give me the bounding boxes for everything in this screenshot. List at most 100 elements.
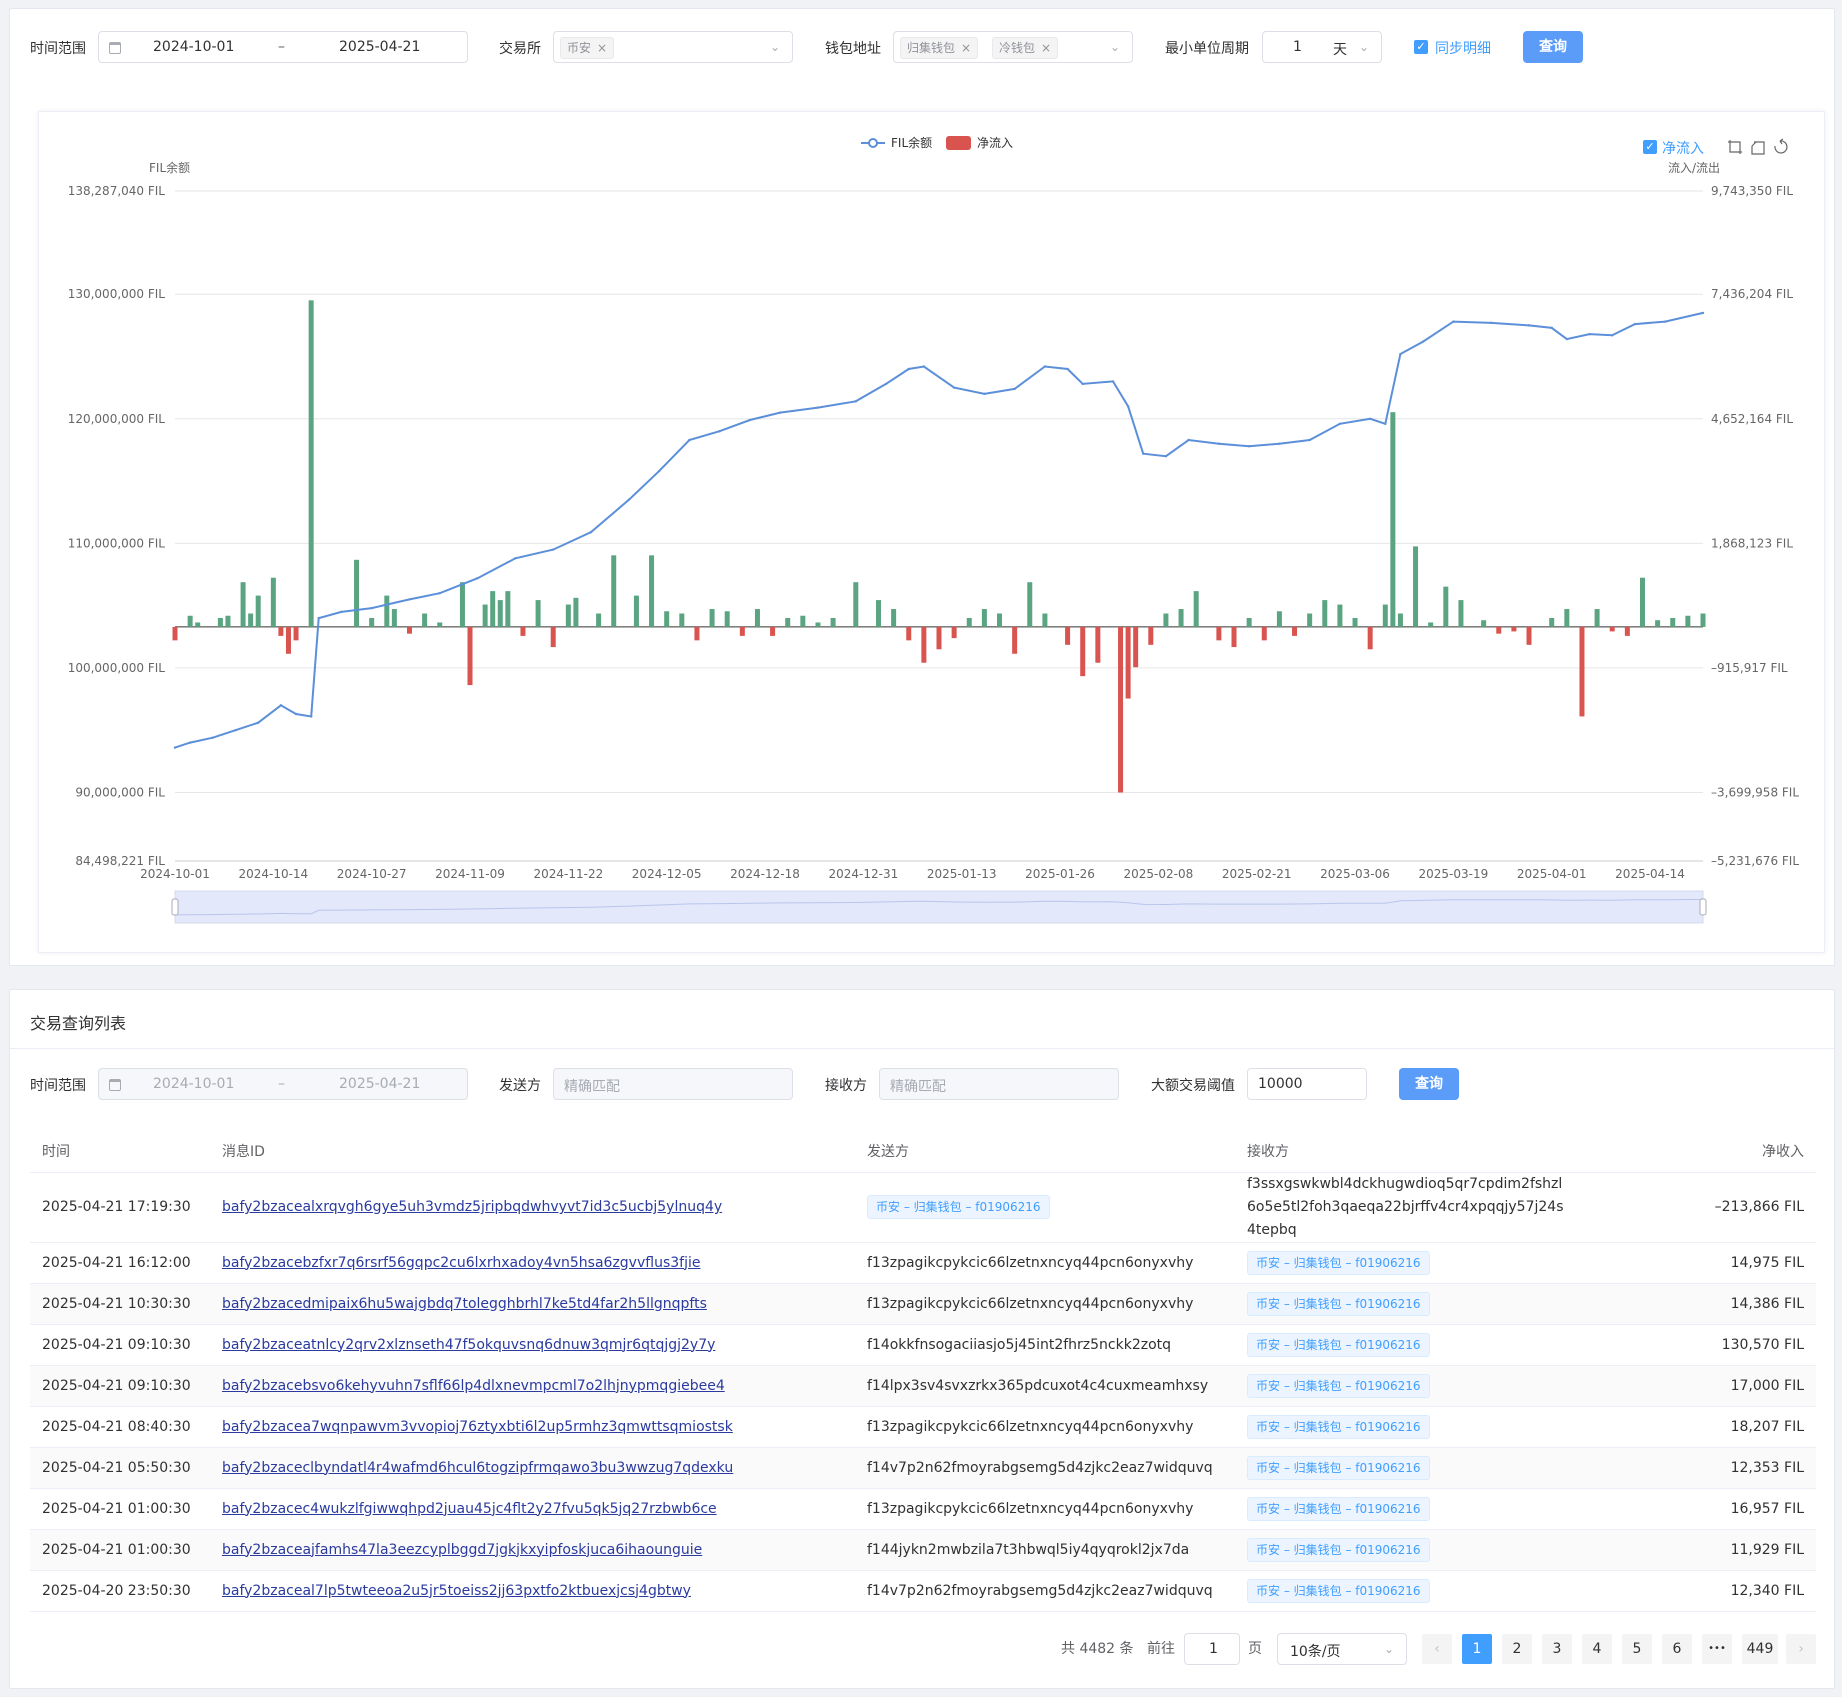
balance-point — [1187, 438, 1190, 442]
exchange-select[interactable]: 币安 × ⌄ — [553, 31, 793, 63]
pagination-goto-value[interactable]: 1 — [1209, 1641, 1218, 1657]
sync-checkbox[interactable]: ✓ — [1414, 40, 1428, 54]
page-2[interactable]: 2 — [1502, 1634, 1532, 1664]
tag-close-icon[interactable]: × — [597, 41, 607, 55]
message-id-link[interactable]: bafy2bzaceal7lp5twteeoa2u5jr5toeiss2jj63… — [222, 1583, 691, 1599]
message-id-link[interactable]: bafy2bzacebsvo6kehyvuhn7sflf66lp4dlxnevm… — [222, 1378, 725, 1394]
cell-message-id: bafy2bzacebsvo6kehyvuhn7sflf66lp4dlxnevm… — [210, 1365, 855, 1407]
period-value[interactable]: 1 — [1293, 39, 1302, 55]
netflow-bar — [195, 622, 201, 627]
balance-point — [279, 704, 283, 707]
list-date-end[interactable]: 2025-04-21 — [339, 1076, 420, 1092]
page-5[interactable]: 5 — [1622, 1634, 1652, 1664]
col-receiver[interactable]: 接收方 — [1235, 1130, 1655, 1173]
col-sender[interactable]: 发送方 — [855, 1130, 1235, 1173]
date-start[interactable]: 2024-10-01 — [153, 39, 234, 55]
page-3[interactable]: 3 — [1542, 1634, 1572, 1664]
netflow-bar — [891, 609, 897, 627]
netflow-bar — [1511, 626, 1517, 632]
table-row[interactable]: 2025-04-21 01:00:30 bafy2bzaceajfamhs47la… — [30, 1529, 1816, 1571]
table-row[interactable]: 2025-04-21 01:00:30 bafy2bzacec4wukzlfgiw… — [30, 1488, 1816, 1530]
netflow-bar — [815, 622, 821, 627]
netflow-bar — [664, 611, 670, 627]
table-body: 2025-04-21 17:19:30 bafy2bzacealxrqvgh6gy… — [30, 1172, 1816, 1612]
table-row[interactable]: 2025-04-21 09:10:30 bafy2bzacebsvo6kehyvu… — [30, 1365, 1816, 1407]
receiver-input[interactable]: 精确匹配 — [879, 1068, 1119, 1100]
message-id-link[interactable]: bafy2bzaceajfamhs47la3eezcyplbggd7jgkjkx… — [222, 1542, 702, 1558]
query-button[interactable]: 查询 — [1523, 31, 1583, 63]
period-select[interactable]: 1 天 ⌄ — [1262, 31, 1382, 63]
calendar-icon — [109, 42, 121, 54]
list-query-button[interactable]: 查询 — [1399, 1068, 1459, 1100]
list-date-range-picker[interactable]: 2024-10-01 – 2025-04-21 — [98, 1068, 468, 1100]
sender-input[interactable]: 精确匹配 — [553, 1068, 793, 1100]
table-row[interactable]: 2025-04-21 16:12:00 bafy2bzacebzfxr7q6rsr… — [30, 1242, 1816, 1284]
netflow-bar — [293, 626, 299, 641]
sync-label[interactable]: 同步明细 — [1435, 38, 1491, 58]
netflow-bar — [1322, 600, 1328, 627]
cell-net-income: 14,975 FIL — [1655, 1242, 1816, 1284]
date-range-picker[interactable]: 2024-10-01 – 2025-04-21 — [98, 31, 468, 63]
netflow-bar — [225, 615, 231, 627]
exchange-tag[interactable]: 币安 × — [560, 37, 615, 59]
table-row[interactable]: 2025-04-21 09:10:30 bafy2bzaceatnlcy2qrv2… — [30, 1324, 1816, 1366]
col-net-income[interactable]: 净收入 — [1655, 1130, 1816, 1173]
page-size-value[interactable]: 10条/页 — [1290, 1641, 1341, 1661]
page-ellipsis[interactable]: ••• — [1702, 1634, 1732, 1664]
table-row[interactable]: 2025-04-21 05:50:30 bafy2bzaceclbyndatl4r… — [30, 1447, 1816, 1489]
netflow-bar — [1594, 609, 1600, 627]
page-6[interactable]: 6 — [1662, 1634, 1692, 1664]
table-row[interactable]: 2025-04-21 17:19:30 bafy2bzacealxrqvgh6gy… — [30, 1172, 1816, 1243]
period-unit[interactable]: 天 — [1333, 39, 1347, 59]
netflow-bar — [535, 600, 541, 627]
page-size-select[interactable]: 10条/页 ⌄ — [1277, 1633, 1407, 1665]
list-date-start[interactable]: 2024-10-01 — [153, 1076, 234, 1092]
message-id-link[interactable]: bafy2bzaceatnlcy2qrv2xlznseth47f5okquvsn… — [222, 1337, 715, 1353]
message-id-link[interactable]: bafy2bzaceclbyndatl4r4wafmd6hcul6togzipf… — [222, 1460, 733, 1476]
receiver-label: 接收方 — [825, 1078, 867, 1094]
netflow-bar — [800, 615, 806, 627]
wallet-tag-cold[interactable]: 冷钱包 × — [992, 37, 1059, 59]
table-row[interactable]: 2025-04-20 23:50:30 bafy2bzaceal7lp5twtee… — [30, 1570, 1816, 1612]
col-message-id[interactable]: 消息ID — [210, 1130, 855, 1173]
message-id-link[interactable]: bafy2bzacea7wqnpawvm3vvopioj76ztyxbti6l2… — [222, 1419, 733, 1435]
date-end[interactable]: 2025-04-21 — [339, 39, 420, 55]
page-4[interactable]: 4 — [1582, 1634, 1612, 1664]
table-row[interactable]: 2025-04-21 08:40:30 bafy2bzacea7wqnpawvm3… — [30, 1406, 1816, 1448]
x-tick-label: 2024-11-22 — [533, 867, 603, 881]
cell-net-income: 17,000 FIL — [1655, 1365, 1816, 1407]
wallet-select[interactable]: 归集钱包 × 冷钱包 × ⌄ — [893, 31, 1133, 63]
cell-receiver: 币安 – 归集钱包 – f01906216 — [1235, 1283, 1655, 1325]
y-right-tick-label: 4,652,164 FIL — [1711, 412, 1793, 426]
balance-point — [1701, 311, 1705, 315]
table-row[interactable]: 2025-04-21 10:30:30 bafy2bzacedmipaix6hu5… — [30, 1283, 1816, 1325]
data-zoom-slider[interactable] — [171, 890, 1707, 924]
balance-point — [1247, 444, 1251, 448]
y-left-tick-label: 120,000,000 FIL — [68, 412, 166, 426]
cell-receiver: 币安 – 归集钱包 – f01906216 — [1235, 1324, 1655, 1366]
next-page-button[interactable]: › — [1786, 1634, 1816, 1664]
message-id-link[interactable]: bafy2bzacedmipaix6hu5wajgbdq7tolegghbrhl… — [222, 1296, 707, 1312]
legend[interactable]: FIL余额 净流入 — [861, 135, 1013, 150]
page-last[interactable]: 449 — [1742, 1634, 1778, 1664]
cell-receiver: 币安 – 归集钱包 – f01906216 — [1235, 1242, 1655, 1284]
tag-close-icon[interactable]: × — [1041, 41, 1051, 55]
message-id-link[interactable]: bafy2bzacec4wukzlfgiwwqhpd2juau45jc4flt2… — [222, 1501, 717, 1517]
message-id-link[interactable]: bafy2bzacebzfxr7q6rsrf56gqpc2cu6lxrhxado… — [222, 1255, 700, 1271]
netflow-bar — [1125, 626, 1131, 699]
wallet-label-tag: 币安 – 归集钱包 – f01906216 — [1247, 1496, 1430, 1521]
wallet-label: 钱包地址 — [825, 41, 881, 57]
message-id-link[interactable]: bafy2bzacealxrqvgh6gye5uh3vmdz5jripbqdwh… — [222, 1199, 722, 1215]
cell-time: 2025-04-21 09:10:30 — [30, 1324, 210, 1366]
threshold-input[interactable]: 10000 — [1247, 1068, 1367, 1100]
tag-close-icon[interactable]: × — [961, 41, 971, 55]
balance-netflow-chart[interactable]: 138,287,040 FIL 130,000,000 FIL 120,000,00… — [39, 112, 1826, 954]
threshold-value[interactable]: 10000 — [1258, 1076, 1303, 1092]
prev-page-button[interactable]: ‹ — [1422, 1634, 1452, 1664]
chevron-down-icon: ⌄ — [1358, 40, 1369, 54]
col-time[interactable]: 时间 — [30, 1130, 210, 1173]
y-left-tick-label: 130,000,000 FIL — [68, 287, 166, 301]
pagination-goto-input[interactable]: 1 — [1184, 1633, 1240, 1665]
wallet-tag-collect[interactable]: 归集钱包 × — [900, 37, 979, 59]
page-1[interactable]: 1 — [1462, 1634, 1492, 1664]
